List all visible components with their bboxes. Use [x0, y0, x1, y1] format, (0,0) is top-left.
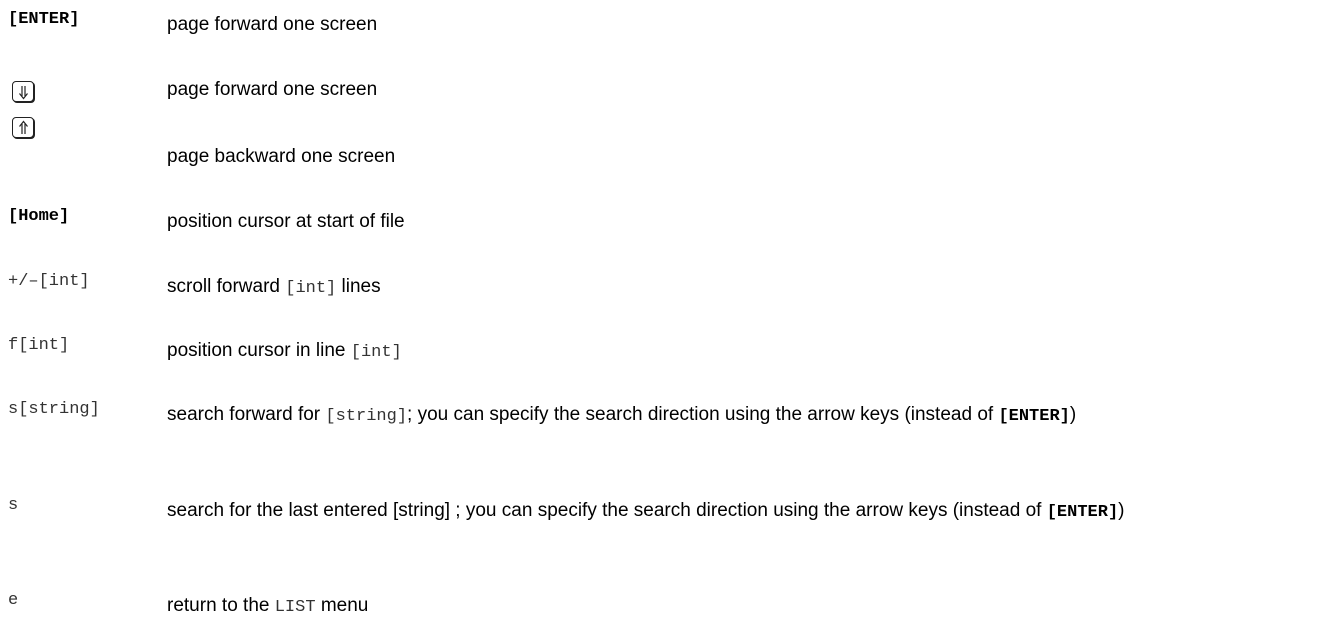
inline-code: [int] — [350, 343, 402, 362]
command-description: search forward for [string]; you can spe… — [167, 404, 1077, 426]
inline-code-bold: [ENTER] — [1046, 503, 1119, 522]
command-key: +/–[int] — [8, 272, 90, 291]
command-description: position cursor at start of file — [167, 211, 405, 232]
command-key: [ENTER] — [8, 10, 80, 29]
command-key: [Home] — [8, 207, 70, 226]
command-description: page forward one screen — [167, 14, 378, 35]
command-description: page backward one screen — [167, 146, 396, 167]
command-description: return to the LIST menu — [167, 595, 369, 617]
command-key: e — [8, 591, 19, 610]
inline-code: [string] — [325, 407, 408, 426]
command-description: scroll forward [int] lines — [167, 276, 381, 298]
inline-code: [int] — [285, 279, 337, 298]
double-arrow-down-icon — [12, 81, 34, 102]
command-description: position cursor in line [int] — [167, 340, 402, 362]
double-arrow-up-icon — [12, 117, 34, 138]
inline-code-bold: [ENTER] — [998, 407, 1070, 426]
command-key: s[string] — [8, 400, 100, 419]
command-description: search for the last entered [string] ; y… — [167, 500, 1125, 522]
inline-code: LIST — [274, 598, 316, 617]
command-description: page forward one screen — [167, 79, 378, 100]
command-key: s — [8, 496, 19, 515]
command-key: f[int] — [8, 336, 70, 355]
